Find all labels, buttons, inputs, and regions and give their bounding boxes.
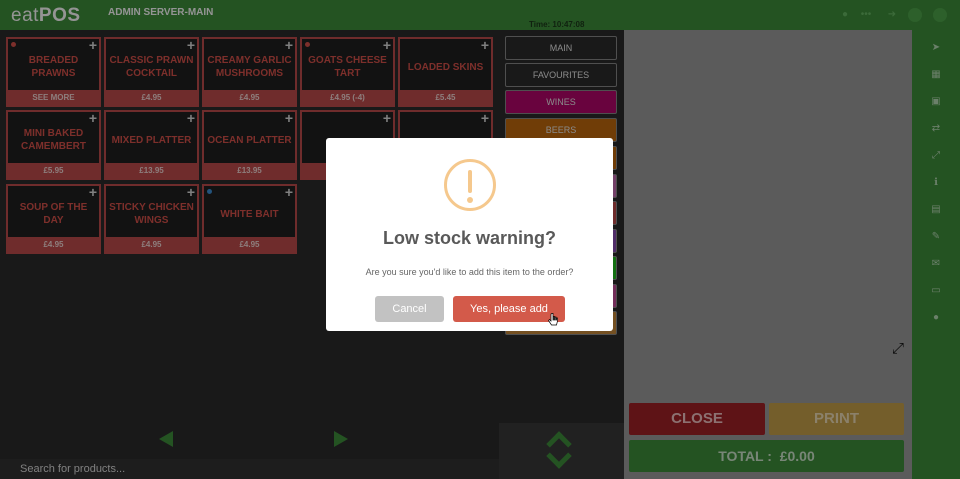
cancel-button[interactable]: Cancel	[375, 296, 444, 322]
hand-cursor-icon	[548, 313, 558, 326]
dialog-title: Low stock warning?	[382, 228, 556, 248]
low-stock-dialog: Low stock warning? Are you sure you'd li…	[326, 138, 613, 331]
dialog-text: Are you sure you'd like to add this item…	[365, 267, 574, 277]
warning-icon	[444, 159, 496, 211]
